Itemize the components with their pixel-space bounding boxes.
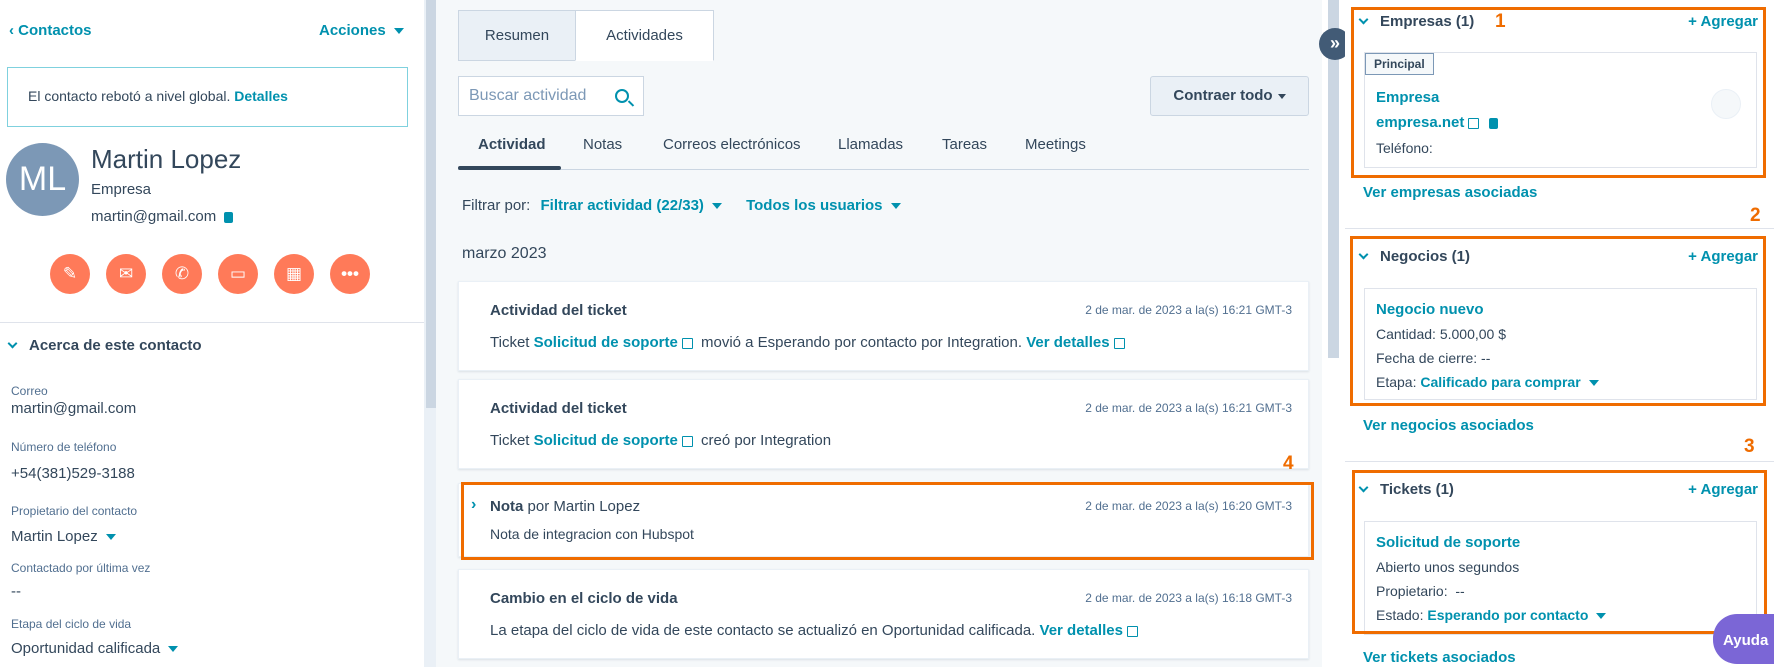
view-associated-companies-link[interactable]: Ver empresas asociadas	[1363, 184, 1537, 201]
field-owner-value[interactable]: Martin Lopez	[11, 528, 116, 545]
schedule-meeting-button[interactable]: ▦	[274, 254, 314, 294]
call-button[interactable]: ✆	[162, 254, 202, 294]
external-link-icon	[1113, 337, 1125, 349]
activity-card[interactable]: Cambio en el ciclo de vida 2 de mar. de …	[458, 569, 1309, 659]
actions-menu[interactable]: Acciones	[319, 22, 404, 39]
external-link-icon	[681, 337, 693, 349]
ticket-link[interactable]: Solicitud de soporte	[534, 334, 678, 351]
card-title: Cambio en el ciclo de vida	[490, 590, 678, 607]
contact-company: Empresa	[91, 181, 152, 198]
view-details-link[interactable]: Ver detalles	[1026, 334, 1109, 351]
more-actions-button[interactable]: •••	[330, 254, 370, 294]
ticket-link[interactable]: Solicitud de soporte	[534, 432, 678, 449]
highlight-box-companies	[1351, 7, 1766, 178]
subtab-correos[interactable]: Correos electrónicos	[663, 136, 801, 153]
annotation-number: 3	[1744, 436, 1755, 457]
field-phone-value[interactable]: +54(381)529-3188	[11, 465, 135, 482]
view-associated-tickets-link[interactable]: Ver tickets asociados	[1363, 649, 1516, 666]
contact-email: martin@gmail.com	[91, 208, 234, 225]
divider	[1345, 461, 1774, 462]
month-heading: marzo 2023	[462, 245, 547, 262]
field-label: Etapa del ciclo de vida	[11, 617, 132, 631]
field-label: Propietario del contacto	[11, 504, 138, 518]
send-email-button[interactable]: ✉	[106, 254, 146, 294]
filter-users-dropdown[interactable]: Todos los usuarios	[746, 197, 901, 214]
tab-resumen[interactable]: Resumen	[458, 10, 576, 61]
annotation-number: 4	[1283, 453, 1294, 474]
external-link-icon	[1126, 625, 1138, 637]
copy-icon[interactable]	[224, 211, 234, 223]
search-icon[interactable]	[615, 89, 629, 103]
annotation-number: 2	[1750, 205, 1761, 226]
help-button[interactable]: Ayuda	[1713, 614, 1774, 664]
field-label: Contactado por última vez	[11, 561, 151, 575]
card-body: Ticket Solicitud de soporte movió a Espe…	[490, 334, 1129, 351]
highlight-box-note	[461, 482, 1314, 560]
annotation-number: 1	[1495, 11, 1506, 32]
create-task-button[interactable]: ▭	[218, 254, 258, 294]
subtab-notas[interactable]: Notas	[583, 136, 622, 153]
field-label: Correo	[11, 384, 48, 398]
activity-card[interactable]: Actividad del ticket 2 de mar. de 2023 a…	[458, 281, 1309, 371]
active-subtab-indicator	[458, 166, 561, 170]
left-scrollbar-thumb[interactable]	[426, 0, 436, 408]
divider	[0, 322, 424, 323]
contact-name[interactable]: Martin Lopez	[91, 144, 241, 175]
card-body: Ticket Solicitud de soporte creó por Int…	[490, 432, 832, 449]
card-timestamp: 2 de mar. de 2023 a la(s) 16:18 GMT-3	[1085, 591, 1292, 605]
field-email-value[interactable]: martin@gmail.com	[11, 400, 136, 417]
activities-panel: Resumen Actividades Buscar actividad Con…	[436, 0, 1322, 667]
view-associated-deals-link[interactable]: Ver negocios asociados	[1363, 417, 1534, 434]
activity-card[interactable]: Actividad del ticket 2 de mar. de 2023 a…	[458, 379, 1309, 469]
filter-row: Filtrar por: Filtrar actividad (22/33) T…	[462, 197, 901, 214]
subtab-meetings[interactable]: Meetings	[1025, 136, 1086, 153]
field-last-contacted-value: --	[11, 583, 21, 600]
divider	[1345, 228, 1774, 229]
subtabs-divider	[458, 169, 1309, 170]
external-link-icon	[681, 435, 693, 447]
create-note-button[interactable]: ✎	[50, 254, 90, 294]
subtab-llamadas[interactable]: Llamadas	[838, 136, 903, 153]
field-lifecycle-value[interactable]: Oportunidad calificada	[11, 640, 179, 657]
highlight-box-deals	[1350, 236, 1766, 406]
subtab-actividad[interactable]: Actividad	[478, 136, 546, 153]
card-timestamp: 2 de mar. de 2023 a la(s) 16:21 GMT-3	[1085, 401, 1292, 415]
field-label: Número de teléfono	[11, 440, 117, 454]
contact-sidebar: ‹ Contactos Acciones El contacto rebotó …	[0, 0, 424, 667]
highlight-box-tickets	[1352, 470, 1767, 634]
contact-action-buttons: ✎ ✉ ✆ ▭ ▦ •••	[50, 254, 370, 294]
avatar[interactable]: ML	[6, 143, 79, 216]
collapse-all-button[interactable]: Contraer todo	[1150, 76, 1309, 116]
search-input[interactable]: Buscar actividad	[458, 76, 644, 116]
view-details-link[interactable]: Ver detalles	[1040, 622, 1123, 639]
bounce-details-link[interactable]: Detalles	[234, 88, 288, 104]
back-to-contacts-link[interactable]: ‹ Contactos	[9, 22, 92, 39]
filter-activity-dropdown[interactable]: Filtrar actividad (22/33)	[541, 197, 722, 214]
subtab-tareas[interactable]: Tareas	[942, 136, 987, 153]
chevron-down-icon	[7, 338, 18, 349]
about-section-toggle[interactable]: Acerca de este contacto	[7, 337, 202, 354]
tab-actividades[interactable]: Actividades	[575, 10, 714, 61]
card-body: La etapa del ciclo de vida de este conta…	[490, 622, 1142, 639]
card-timestamp: 2 de mar. de 2023 a la(s) 16:21 GMT-3	[1085, 303, 1292, 317]
card-title: Actividad del ticket	[490, 400, 627, 417]
bounce-alert: El contacto rebotó a nivel global. Detal…	[7, 67, 408, 127]
card-title: Actividad del ticket	[490, 302, 627, 319]
